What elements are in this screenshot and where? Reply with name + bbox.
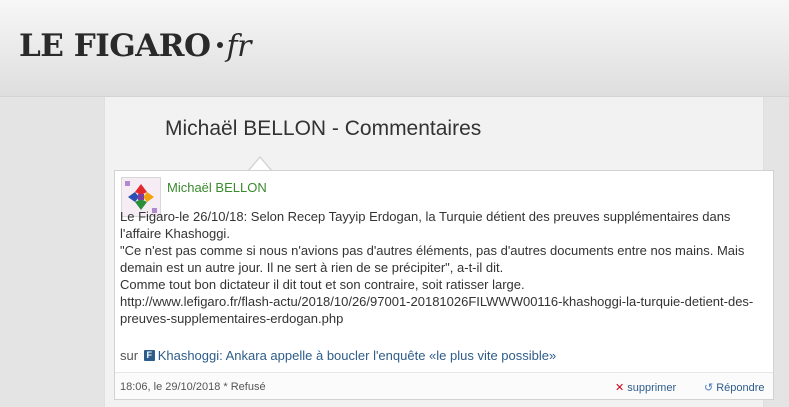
figaro-f-icon: F <box>143 350 155 362</box>
logo-dot-icon <box>216 41 223 48</box>
comment-card: Michaël BELLON Le Figaro-le 26/10/18: Se… <box>114 170 774 400</box>
figaro-logo[interactable]: LE FIGARO fr <box>19 28 251 65</box>
reply-button[interactable]: ↺ Répondre <box>704 381 765 394</box>
site-header: LE FIGARO fr <box>0 0 789 97</box>
page-title: Michaël BELLON - Commentaires <box>165 117 482 140</box>
logo-brand: LE FIGARO <box>19 28 211 64</box>
delete-label: supprimer <box>627 382 677 394</box>
logo-suffix: fr <box>226 29 252 64</box>
comment-footer: 18:06, le 29/10/2018 * Refusé ✕ supprimer… <box>115 372 773 399</box>
comment-body: Le Figaro-le 26/10/18: Selon Recep Tayyi… <box>120 209 754 326</box>
reply-icon: ↺ <box>704 382 714 394</box>
reply-label: Répondre <box>716 382 765 394</box>
close-icon: ✕ <box>615 382 625 394</box>
source-article-link[interactable]: Khashoggi: Ankara appelle à boucler l'en… <box>158 348 557 363</box>
source-prefix: sur <box>120 348 139 363</box>
delete-button[interactable]: ✕ supprimer <box>615 381 676 394</box>
comment-timestamp: 18:06, le 29/10/2018 <box>120 381 221 393</box>
comment-meta: 18:06, le 29/10/2018 * Refusé <box>120 381 266 393</box>
status-badge: * Refusé <box>223 381 266 393</box>
comment-author[interactable]: Michaël BELLON <box>167 180 267 195</box>
comment-source: sur F Khashoggi: Ankara appelle à boucler… <box>120 348 556 363</box>
